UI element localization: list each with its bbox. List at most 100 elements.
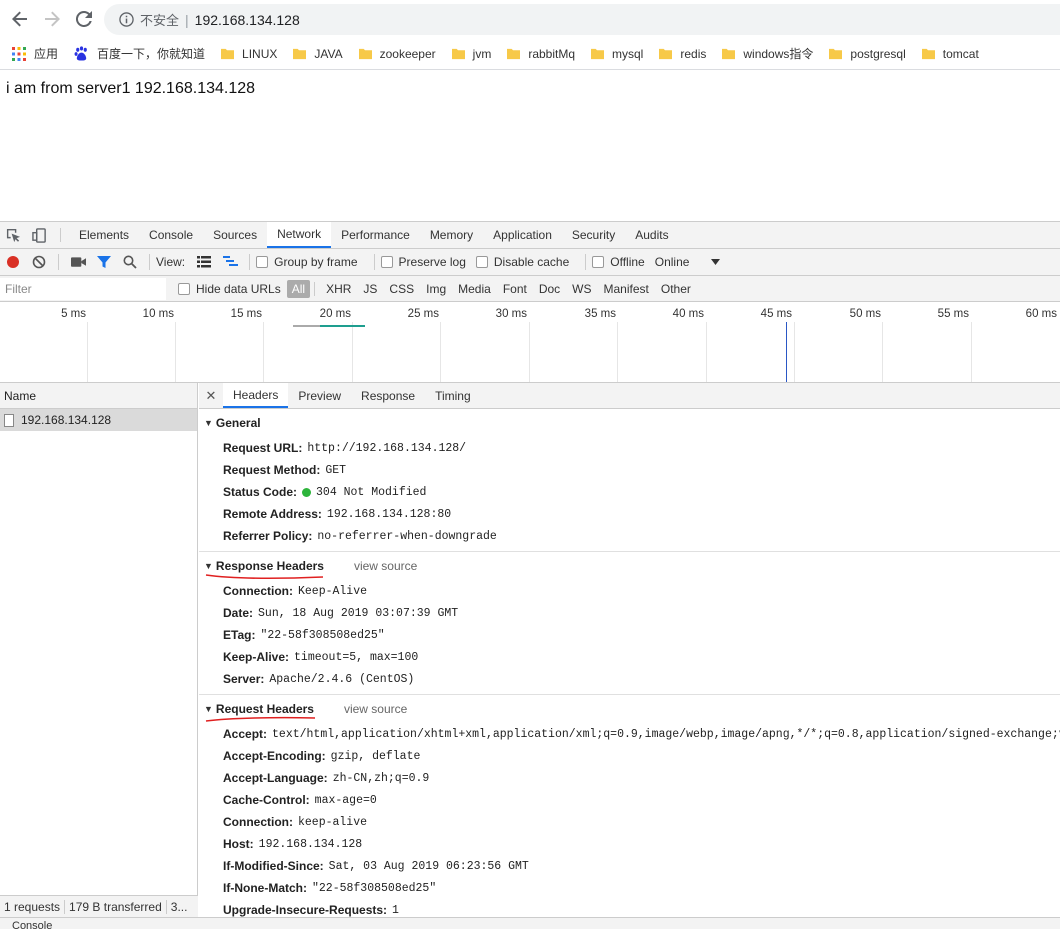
status-more: 3... (170, 899, 188, 914)
reload-button[interactable] (68, 3, 100, 35)
bookmark-folder-windows[interactable]: windows指令 (722, 45, 813, 62)
checkbox-box[interactable] (592, 256, 605, 268)
console-drawer-tab[interactable]: Console (0, 917, 1060, 929)
overview-button[interactable] (217, 256, 243, 268)
checkbox-label: Hide data URLs (196, 281, 281, 296)
bookmark-folder-rabbitmq[interactable]: rabbitMq (507, 47, 575, 61)
bookmark-folder-java[interactable]: JAVA (293, 47, 343, 61)
bookmark-folder-linux[interactable]: LINUX (221, 47, 277, 61)
request-row[interactable]: 192.168.134.128 (0, 409, 197, 431)
disable-cache-checkbox[interactable]: Disable cache (475, 255, 569, 269)
checkbox-box[interactable] (475, 256, 488, 268)
tab-sources[interactable]: Sources (203, 222, 267, 248)
forward-button[interactable] (36, 3, 68, 35)
tab-network[interactable]: Network (267, 222, 332, 248)
hide-data-urls-checkbox[interactable]: Hide data URLs (178, 282, 281, 296)
info-icon[interactable] (118, 12, 134, 28)
tab-console[interactable]: Console (139, 222, 203, 248)
capture-screenshots-button[interactable] (65, 256, 91, 268)
header-value: Sun, 18 Aug 2019 03:07:39 GMT (258, 606, 459, 620)
response-headers-header[interactable]: ▼ Response Headers view source (199, 552, 1060, 580)
network-status-bar: 1 requests 179 B transferred 3... (0, 895, 198, 917)
record-button[interactable] (0, 255, 26, 269)
tab-performance[interactable]: Performance (331, 222, 420, 248)
page-body-text: i am from server1 192.168.134.128 (6, 80, 256, 97)
section-title: Request Headers (215, 702, 314, 716)
device-toolbar-button[interactable] (26, 222, 52, 248)
bookmark-folder-zookeeper[interactable]: zookeeper (358, 47, 436, 61)
close-detail-button[interactable]: ✕ (199, 383, 223, 408)
back-button[interactable] (4, 3, 36, 35)
tab-security[interactable]: Security (562, 222, 625, 248)
tab-preview[interactable]: Preview (288, 383, 351, 408)
header-row: Connection: Keep-Alive (199, 580, 1060, 602)
bookmark-folder-jvm[interactable]: jvm (451, 46, 492, 61)
preserve-log-checkbox[interactable]: Preserve log (380, 255, 466, 269)
offline-checkbox[interactable]: Offline (592, 255, 645, 269)
checkbox-box[interactable] (380, 256, 393, 268)
checkbox-box[interactable] (178, 282, 190, 295)
tab-memory[interactable]: Memory (420, 222, 483, 248)
bookmark-folder-mysql[interactable]: mysql (591, 47, 643, 61)
filter-type-css[interactable]: CSS (384, 280, 419, 298)
filter-type-img[interactable]: Img (421, 280, 451, 298)
header-value: "22-58f308508ed25" (312, 881, 437, 895)
tab-application[interactable]: Application (483, 222, 562, 248)
group-by-frame-checkbox[interactable]: Group by frame (256, 255, 358, 269)
filter-type-other[interactable]: Other (656, 280, 696, 298)
toolbar-divider (585, 254, 587, 270)
throttling-select[interactable]: Online (655, 255, 721, 269)
reload-icon (76, 11, 92, 27)
filter-type-doc[interactable]: Doc (534, 280, 565, 298)
filter-type-manifest[interactable]: Manifest (599, 280, 654, 298)
tab-timing[interactable]: Timing (425, 383, 481, 408)
header-row: Host: 192.168.134.128 (199, 833, 1060, 855)
name-column-header[interactable]: Name (0, 383, 197, 409)
filter-type-js[interactable]: JS (358, 280, 382, 298)
checkbox-box[interactable] (256, 256, 269, 268)
view-source-link[interactable]: view source (344, 702, 407, 716)
request-headers-section: ▼ Request Headers view source Accept: tex… (199, 695, 1060, 925)
filter-type-media[interactable]: Media (453, 280, 496, 298)
bookmark-label: jvm (472, 46, 492, 61)
header-value: 192.168.134.128:80 (326, 507, 452, 521)
filter-input[interactable] (0, 277, 166, 300)
toolbar-divider (60, 228, 61, 242)
bookmark-label: windows指令 (743, 47, 814, 61)
inspect-element-button[interactable] (0, 222, 26, 248)
general-section: ▼ General Request URL: http://192.168.134… (199, 409, 1060, 552)
tab-elements[interactable]: Elements (69, 222, 139, 248)
tick-label: 55 ms (937, 308, 969, 320)
tab-response[interactable]: Response (351, 383, 425, 408)
filter-toggle-button[interactable] (91, 255, 117, 269)
network-overview-timeline[interactable]: 5 ms 10 ms 15 ms 20 ms 25 ms 30 ms 35 ms… (0, 302, 1060, 383)
bookmark-folder-redis[interactable]: redis (659, 47, 706, 61)
tab-headers[interactable]: Headers (223, 383, 289, 408)
search-button[interactable] (117, 255, 143, 269)
tick-label: 25 ms (407, 308, 439, 320)
clear-button[interactable] (26, 255, 52, 269)
folder-icon (451, 48, 465, 60)
filter-type-xhr[interactable]: XHR (321, 280, 356, 298)
header-row: Cache-Control: max-age=0 (199, 789, 1060, 811)
large-rows-button[interactable] (191, 256, 217, 268)
view-source-link[interactable]: view source (354, 559, 417, 573)
address-bar[interactable]: 不安全 | 192.168.134.128 (104, 4, 1060, 35)
bookmark-folder-tomcat[interactable]: tomcat (921, 47, 979, 61)
bookmark-apps[interactable]: 应用 (12, 45, 58, 62)
general-section-header[interactable]: ▼ General (199, 409, 1060, 437)
bookmark-baidu[interactable]: 百度一下，你就知道 (74, 45, 205, 62)
filter-type-all[interactable]: All (286, 279, 311, 298)
toolbar-divider (373, 254, 375, 270)
tick-line (175, 322, 176, 382)
url-text[interactable]: 192.168.134.128 (195, 12, 300, 28)
bookmark-folder-postgresql[interactable]: postgresql (829, 47, 906, 61)
header-row: Server: Apache/2.4.6 (CentOS) (199, 668, 1060, 690)
filter-type-font[interactable]: Font (498, 280, 532, 298)
header-value: gzip, deflate (330, 749, 421, 763)
header-row: Accept-Encoding: gzip, deflate (199, 745, 1060, 767)
tab-audits[interactable]: Audits (625, 222, 678, 248)
request-bar-waiting (293, 325, 320, 327)
filter-type-ws[interactable]: WS (567, 280, 596, 298)
request-headers-header[interactable]: ▼ Request Headers view source (199, 695, 1060, 723)
